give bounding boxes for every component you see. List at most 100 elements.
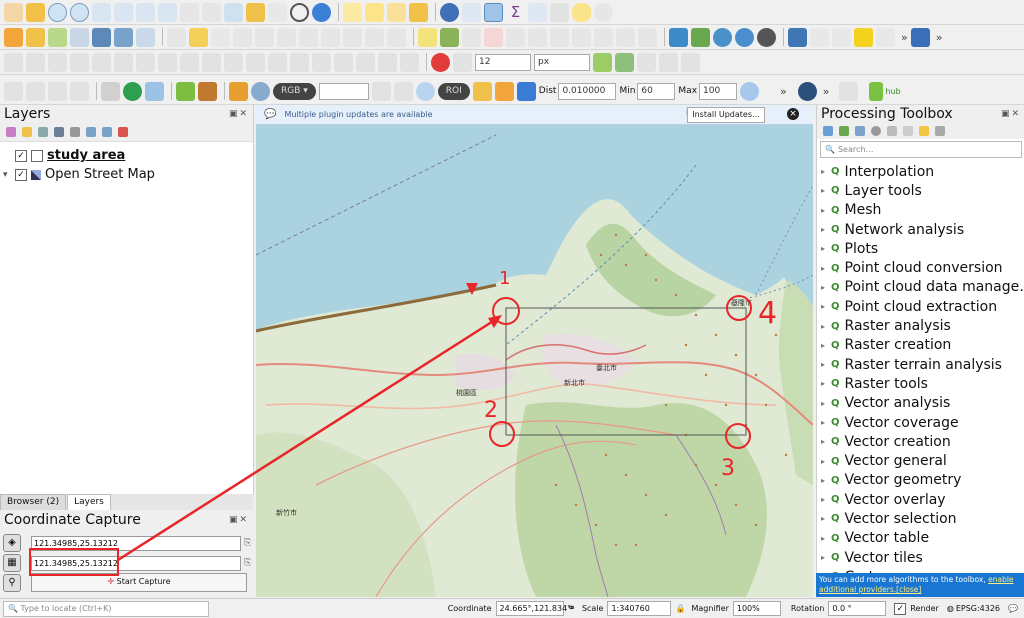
unit-select[interactable]: px [534,53,590,71]
layer-row-osm[interactable]: ▾ ✓ Open Street Map [0,165,253,184]
expand-arrow-icon[interactable]: ▸ [821,437,825,446]
expand-arrow-icon[interactable]: ▸ [821,379,825,388]
processing-provider-item[interactable]: ▸ Q Raster analysis [817,316,1024,335]
coordinate-field-1[interactable] [31,535,241,551]
scp-zoom-roi-icon[interactable] [415,81,435,101]
show-bookmarks-icon[interactable] [268,2,287,22]
rotate-feature-icon[interactable] [70,52,89,72]
options-icon[interactable] [919,126,929,136]
python-icon[interactable] [788,27,807,47]
expand-arrow-icon[interactable]: ▸ [821,534,825,543]
copy-icon[interactable]: ⎘ [244,538,251,548]
help-icon[interactable] [910,27,930,47]
profile-icon[interactable] [876,27,895,47]
scp-plus-icon[interactable] [494,81,514,101]
expand-arrow-icon[interactable]: ▸ [821,495,825,504]
layer-manager-icon[interactable] [26,27,45,47]
expand-arrow-icon[interactable]: ▸ [821,206,825,215]
processing-provider-item[interactable]: ▸ Q Plots [817,239,1024,258]
processing-provider-item[interactable]: ▸ Q Raster terrain analysis [817,355,1024,374]
reshape-icon[interactable] [224,52,243,72]
raster-stats-icon[interactable] [48,81,67,101]
move-feature-icon[interactable] [48,52,67,72]
copy-icon[interactable]: ⎘ [244,558,251,568]
expand-arrow-icon[interactable]: ▸ [821,244,825,253]
avoid-overlap-icon[interactable] [681,52,700,72]
edit-icon[interactable] [167,27,186,47]
annotation-marker-icon[interactable] [638,27,657,47]
scp-magnifier-icon[interactable] [251,81,270,101]
expand-arrow-icon[interactable]: ▸ [821,264,825,273]
processing-provider-item[interactable]: ▸ Q Vector general [817,451,1024,470]
grid-icon[interactable]: ▦ [3,554,21,572]
redo-icon[interactable] [387,27,406,47]
reverse-line-icon[interactable] [378,52,397,72]
crs-label[interactable]: EPSG:4326 [956,604,1000,613]
locator-search-input[interactable]: 🔍 Type to locate (Ctrl+K) [3,600,209,617]
collapse-all-icon[interactable] [102,127,112,137]
remove-layer-icon[interactable] [118,127,128,137]
layer-checkbox[interactable]: ✓ [15,149,27,162]
scp-dist-icon[interactable] [516,81,536,101]
expand-arrow-icon[interactable]: ▸ [821,476,825,485]
add-raster-icon[interactable] [92,27,111,47]
split-parts-icon[interactable] [290,52,309,72]
advanced-digitize-icon[interactable] [4,52,23,72]
label-pin-icon[interactable] [440,27,459,47]
batch-icon[interactable] [855,126,865,136]
expand-arrow-icon[interactable]: ▸ [821,322,825,331]
zoom-selection-icon[interactable] [114,2,133,22]
save-edits-icon[interactable] [211,27,230,47]
expand-arrow-icon[interactable]: ▸ [821,283,825,292]
expand-arrow-icon[interactable]: ▸ [821,302,825,311]
triangle-icon[interactable] [691,27,710,47]
undo-icon[interactable] [365,27,384,47]
processing-provider-item[interactable]: ▸ Q Network analysis [817,220,1024,239]
label-change-icon[interactable] [528,27,547,47]
zoom-in-icon[interactable] [48,2,67,22]
install-updates-button[interactable]: Install Updates… [687,107,765,123]
label-rotate-icon[interactable] [506,27,525,47]
zoom-layer-icon[interactable] [136,2,155,22]
eraser-icon[interactable] [810,27,829,47]
more-chevron-icon[interactable]: » [823,85,830,98]
coordinate-field[interactable]: 24.665°,121.834° [495,601,571,616]
magnet-icon[interactable] [431,52,450,72]
layout-icon[interactable] [145,81,164,101]
scale-field[interactable]: 1:340760 [607,601,672,616]
merge-icon[interactable] [312,52,331,72]
scp-zoom-icon[interactable] [176,81,195,101]
processing-provider-item[interactable]: ▸ Q Interpolation [817,162,1024,181]
magnifier-field[interactable]: 100% [732,601,781,616]
tab-browser[interactable]: Browser (2) [0,494,67,510]
processing-provider-item[interactable]: ▸ Q Point cloud extraction [817,297,1024,316]
panel-float-close-icon[interactable]: ▣✕ [229,515,249,525]
clipboard-icon[interactable] [832,27,851,47]
processing-provider-item[interactable]: ▸ Q Mesh [817,201,1024,220]
processing-provider-item[interactable]: ▸ Q Vector selection [817,509,1024,528]
extents-toggle-icon[interactable]: ⚭ [568,603,576,614]
coordinate-field-2[interactable] [31,555,241,571]
visibility-icon[interactable] [38,127,48,137]
annotation-icon[interactable] [572,27,591,47]
plugin-icon[interactable] [854,27,873,47]
zoom-next-icon[interactable] [202,2,221,22]
dist-input[interactable]: 0.010000 [558,82,617,100]
expand-arrow-icon[interactable]: ▸ [821,399,825,408]
shape-icon[interactable] [26,52,45,72]
add-ring-icon[interactable] [114,52,133,72]
hub-icon[interactable] [868,81,883,101]
processing-provider-item[interactable]: ▸ Q Layer tools [817,181,1024,200]
size-input[interactable]: 12 [475,53,531,71]
pan-to-selection-icon[interactable] [26,2,45,22]
add-part-icon[interactable] [136,52,155,72]
scp-input-icon[interactable] [229,81,248,101]
select-location-icon[interactable] [409,2,428,22]
add-mesh-icon[interactable] [114,27,133,47]
processing-provider-item[interactable]: ▸ Q Vector analysis [817,394,1024,413]
self-snap-icon[interactable] [659,52,678,72]
zoom-native-icon[interactable] [158,2,177,22]
expand-arrow-icon[interactable]: ▸ [821,167,825,176]
topology-icon[interactable] [615,52,634,72]
expand-arrow-icon[interactable]: ▸ [821,553,825,562]
